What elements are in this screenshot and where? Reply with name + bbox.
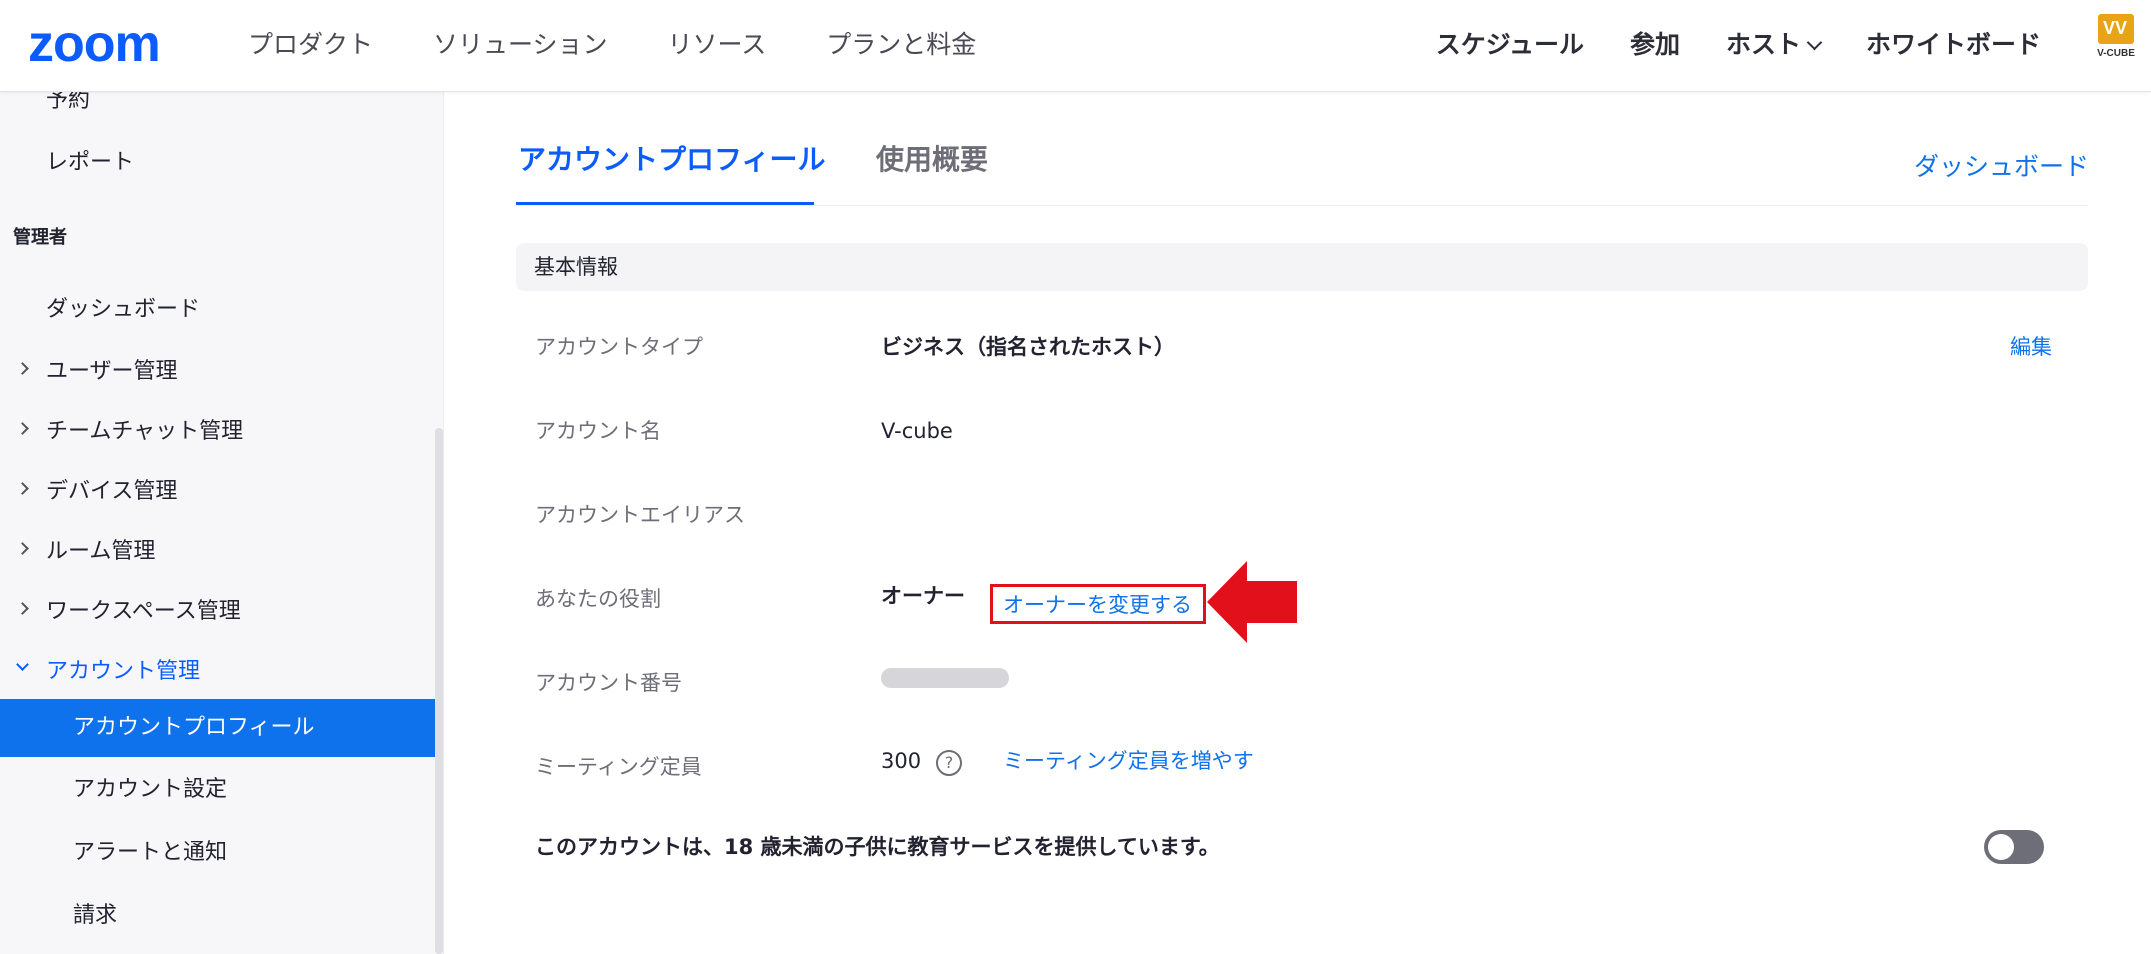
tab-divider (516, 205, 2088, 206)
chevron-down-icon (16, 658, 29, 671)
nav-resources[interactable]: リソース (668, 28, 767, 62)
basic-info-section-header: 基本情報 (516, 243, 2088, 291)
change-owner-highlight: オーナーを変更する (990, 584, 1206, 624)
sidebar-group-room-management[interactable]: ルーム管理 (0, 530, 436, 574)
chevron-right-icon (16, 542, 29, 555)
sidebar-item-account-profile[interactable]: アカウントプロフィール (0, 699, 436, 757)
nav-plans-pricing[interactable]: プランと料金 (826, 28, 976, 62)
change-owner-link[interactable]: オーナーを変更する (1003, 590, 1192, 620)
nav-solutions[interactable]: ソリューション (433, 28, 608, 62)
chevron-right-icon (16, 602, 29, 615)
role-label: あなたの役割 (535, 587, 661, 611)
sidebar-group-device-management[interactable]: デバイス管理 (0, 470, 436, 514)
toggle-knob (1988, 834, 2014, 860)
nav-whiteboard[interactable]: ホワイトボード (1866, 28, 2041, 62)
account-name-value: V-cube (881, 419, 953, 443)
sidebar-group-label: チームチャット管理 (46, 419, 244, 444)
sidebar-item-account-settings[interactable]: アカウント設定 (0, 761, 436, 819)
sidebar-group-label: ワークスペース管理 (46, 599, 241, 624)
account-number-redacted (881, 668, 1009, 688)
chevron-down-icon (1806, 34, 1823, 50)
account-type-label: アカウントタイプ (535, 335, 703, 359)
top-header: zoom プロダクト ソリューション リソース プランと料金 スケジュール 参加… (0, 0, 2151, 92)
sidebar-item-label: アカウントプロフィール (73, 715, 315, 740)
sidebar-group-account-management[interactable]: アカウント管理 (0, 650, 436, 694)
sidebar-group-workspace-management[interactable]: ワークスペース管理 (0, 590, 436, 634)
main-nav: プロダクト ソリューション リソース プランと料金 (248, 28, 1036, 62)
account-number-label: アカウント番号 (535, 671, 682, 695)
help-icon[interactable]: ? (936, 750, 962, 776)
sidebar-item-label: アラートと通知 (73, 840, 228, 865)
sidebar-item-label: 請求 (73, 903, 118, 928)
sidebar-group-team-chat-management[interactable]: チームチャット管理 (0, 410, 436, 454)
chevron-right-icon (16, 362, 29, 375)
zoom-logo[interactable]: zoom (28, 18, 161, 70)
account-avatar[interactable]: VV V-CUBE (2095, 14, 2137, 66)
increase-capacity-link[interactable]: ミーティング定員を増やす (1003, 746, 1254, 776)
sidebar-group-user-management[interactable]: ユーザー管理 (0, 350, 436, 394)
role-value: オーナー (881, 584, 965, 608)
sidebar-item-billing[interactable]: 請求 (0, 887, 436, 945)
nav-products[interactable]: プロダクト (248, 28, 373, 62)
edit-account-type-link[interactable]: 編集 (2010, 332, 2052, 362)
sidebar-group-label: デバイス管理 (46, 479, 178, 504)
nav-host-label: ホスト (1725, 30, 1801, 59)
main-content: アカウントプロフィール 使用概要 ダッシュボード 基本情報 アカウントタイプ ビ… (444, 92, 2151, 954)
sidebar-group-label: ルーム管理 (46, 539, 156, 564)
nav-join[interactable]: 参加 (1630, 28, 1680, 62)
account-alias-label: アカウントエイリアス (535, 503, 745, 527)
sidebar-item-alerts-notifications[interactable]: アラートと通知 (0, 824, 436, 882)
sidebar-item-label: アカウント設定 (73, 777, 228, 802)
nav-schedule[interactable]: スケジュール (1436, 28, 1584, 62)
user-nav: スケジュール 参加 ホスト ホワイトボード (1390, 28, 2041, 62)
meeting-capacity-value: 300 (881, 749, 922, 773)
tab-account-profile[interactable]: アカウントプロフィール (518, 140, 825, 180)
sidebar: 予約 レポート 管理者 ダッシュボード ユーザー管理 チームチャット管理 デバイ… (0, 88, 444, 954)
vcube-logo-text: V-CUBE (2097, 48, 2135, 59)
red-pointer-arrow-icon (1207, 561, 1297, 643)
vcube-logo-mark: VV (2103, 18, 2128, 38)
meeting-capacity-label: ミーティング定員 (535, 755, 702, 779)
chevron-right-icon (16, 482, 29, 495)
dashboard-link[interactable]: ダッシュボード (1914, 150, 2089, 184)
sidebar-scrollbar[interactable] (435, 428, 443, 954)
education-toggle[interactable] (1984, 830, 2044, 864)
sidebar-item-reports[interactable]: レポート (46, 148, 134, 178)
sidebar-section-admin: 管理者 (13, 227, 67, 248)
account-name-label: アカウント名 (535, 419, 661, 443)
chevron-right-icon (16, 422, 29, 435)
sidebar-group-label: ユーザー管理 (46, 359, 178, 384)
vcube-logo-icon: VV (2098, 14, 2134, 44)
sidebar-item-dashboard[interactable]: ダッシュボード (46, 295, 200, 325)
education-notice-text: このアカウントは、18 歳未満の子供に教育サービスを提供しています。 (535, 835, 1220, 859)
account-type-value: ビジネス（指名されたホスト） (881, 335, 1175, 359)
sidebar-group-label: アカウント管理 (46, 659, 201, 684)
section-title: 基本情報 (534, 255, 618, 279)
tab-usage-summary[interactable]: 使用概要 (876, 140, 988, 180)
nav-host-dropdown[interactable]: ホスト (1725, 28, 1823, 62)
